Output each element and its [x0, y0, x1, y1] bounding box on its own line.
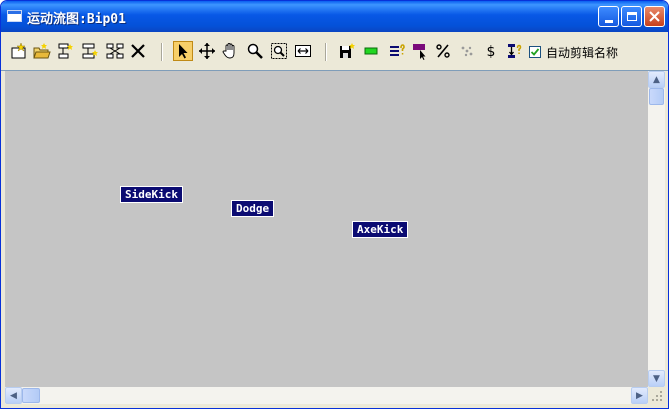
- window-bottom-border: [1, 404, 668, 408]
- vertical-scroll-thumb[interactable]: [649, 88, 664, 105]
- zoom-extents-icon: [295, 45, 311, 57]
- move-icon: [199, 43, 215, 59]
- open-file-button[interactable]: [32, 41, 52, 61]
- move-tool-button[interactable]: [197, 41, 217, 61]
- save-file-button[interactable]: [337, 41, 357, 61]
- create-multiple-button[interactable]: [105, 41, 125, 61]
- sort-icon: [508, 44, 522, 58]
- close-icon: [649, 11, 660, 22]
- auto-clip-names-checkbox[interactable]: [529, 46, 541, 58]
- resize-grip[interactable]: [648, 387, 665, 404]
- dollar-button[interactable]: $: [481, 41, 501, 61]
- random-button[interactable]: [457, 41, 477, 61]
- zoom-extents-button[interactable]: [293, 41, 313, 61]
- random-icon: [461, 46, 473, 57]
- pan-tool-button[interactable]: [220, 41, 240, 61]
- window-icon: [7, 10, 22, 22]
- percent-button[interactable]: [433, 41, 453, 61]
- insert-transition-button[interactable]: [56, 41, 76, 61]
- open-file-icon: [33, 43, 51, 59]
- select-clip-button[interactable]: [410, 41, 430, 61]
- new-script-icon: [11, 42, 26, 59]
- create-multiple-icon: [106, 43, 124, 59]
- scroll-up-button[interactable]: ▲: [648, 71, 665, 88]
- delete-button[interactable]: [128, 41, 148, 61]
- close-button[interactable]: [644, 6, 665, 27]
- new-script-button[interactable]: [9, 41, 29, 61]
- clip-node-sidekick[interactable]: SideKick: [120, 186, 183, 203]
- clip-node-axekick[interactable]: AxeKick: [352, 221, 409, 238]
- select-clip-icon: [413, 44, 426, 60]
- svg-text:$: $: [487, 44, 496, 60]
- motion-flow-canvas[interactable]: SideKick Dodge AxeKick: [5, 71, 648, 387]
- green-bar-icon: [364, 47, 378, 55]
- window-title: 运动流图:Bip01: [27, 12, 126, 27]
- horizontal-scrollbar[interactable]: ◀ ▶: [5, 387, 648, 404]
- percent-icon: [436, 44, 450, 58]
- clip-node-dodge[interactable]: Dodge: [231, 200, 275, 217]
- pan-hand-icon: [222, 43, 235, 59]
- delete-icon: [131, 44, 145, 58]
- scroll-right-button[interactable]: ▶: [631, 387, 648, 404]
- maximize-icon: [626, 12, 637, 21]
- toolbar-separator: [325, 43, 327, 61]
- vertical-scrollbar[interactable]: ▲ ▼: [648, 71, 665, 387]
- insert-clip-button[interactable]: [80, 41, 100, 61]
- resize-grip-icon: [652, 391, 662, 401]
- scroll-down-button[interactable]: ▼: [648, 370, 665, 387]
- toolbar-separator: [161, 43, 163, 61]
- title-bar[interactable]: 运动流图:Bip01: [1, 1, 668, 32]
- insert-transition-icon: [58, 43, 73, 59]
- horizontal-scroll-thumb[interactable]: [22, 388, 40, 403]
- insert-clip-icon: [82, 43, 98, 59]
- minimize-button[interactable]: [598, 6, 619, 27]
- select-arrow-icon: [179, 44, 188, 59]
- zoom-tool-button[interactable]: [245, 41, 265, 61]
- clip-properties-button[interactable]: [386, 41, 406, 61]
- select-tool-button[interactable]: [173, 41, 193, 61]
- scroll-left-button[interactable]: ◀: [5, 387, 22, 404]
- motion-flow-window: 运动流图:Bip01 $ 自动剪辑名称 SideKick Dodge AxeKi…: [0, 0, 669, 409]
- sort-button[interactable]: [504, 41, 524, 61]
- zoom-icon: [247, 43, 263, 59]
- checkmark-icon: [530, 48, 540, 56]
- maximize-button[interactable]: [621, 6, 642, 27]
- auto-clip-names-label: 自动剪辑名称: [546, 46, 619, 60]
- save-file-icon: [340, 43, 355, 58]
- dollar-icon: $: [487, 44, 496, 60]
- zoom-region-icon: [271, 43, 287, 59]
- transition-color-button[interactable]: [361, 41, 381, 61]
- zoom-region-button[interactable]: [269, 41, 289, 61]
- minimize-icon: [604, 19, 613, 23]
- clip-properties-icon: [390, 44, 405, 56]
